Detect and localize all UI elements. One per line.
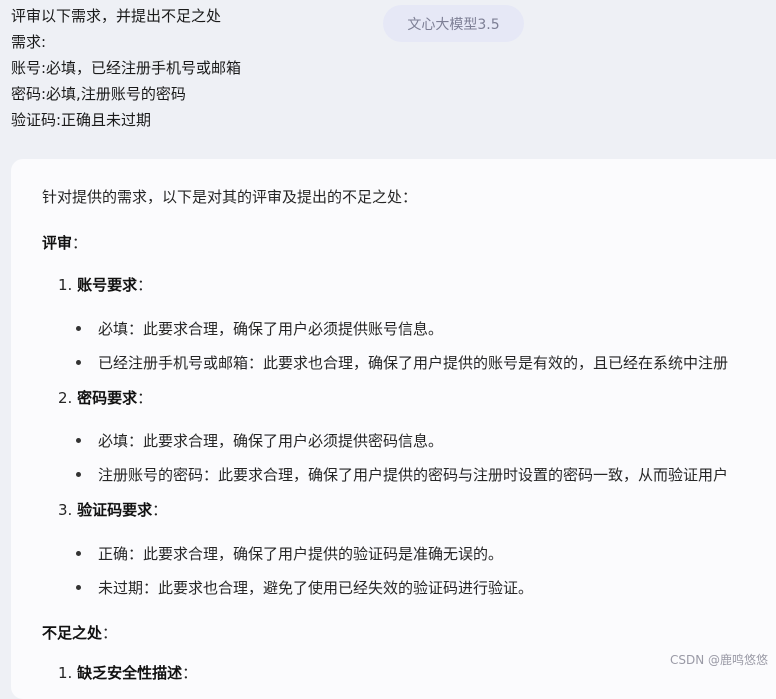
user-message-line: 验证码:正确且未过期 — [11, 111, 152, 129]
review-item-title: 账号要求 — [77, 276, 138, 294]
review-item-number: 3. — [58, 501, 73, 519]
model-badge: 文心大模型3.5 — [383, 5, 524, 42]
review-heading-label: 评审 — [42, 234, 73, 252]
list-item-text: 注册账号的密码：此要求合理，确保了用户提供的密码与注册时设置的密码一致，从而验证… — [98, 466, 729, 484]
list-item-text: 正确：此要求合理，确保了用户提供的验证码是准确无误的。 — [98, 545, 504, 563]
shortcoming-item-number: 1. — [58, 664, 73, 682]
watermark: CSDN @鹿鸣悠悠 — [669, 653, 768, 667]
user-message: 评审以下需求，并提出不足之处 需求: 账号:必填，已经注册手机号或邮箱 密码:必… — [11, 3, 241, 133]
review-item-number: 1. — [58, 276, 73, 294]
review-item-captcha: 3. 验证码要求： — [58, 499, 167, 520]
shortcoming-item-security: 1. 缺乏安全性描述： — [58, 662, 197, 683]
review-item-colon: ： — [152, 501, 168, 519]
list-item-text: 必填：此要求合理，确保了用户必须提供账号信息。 — [98, 320, 444, 338]
review-item-colon: ： — [137, 276, 153, 294]
shortcomings-heading-colon: ： — [102, 624, 118, 642]
user-message-line: 账号:必填，已经注册手机号或邮箱 — [11, 59, 242, 77]
shortcoming-item-colon: ： — [182, 664, 198, 682]
bullet-dot-icon — [76, 438, 81, 443]
bullet-dot-icon — [76, 472, 81, 477]
review-item-title: 验证码要求 — [77, 501, 153, 519]
shortcomings-heading: 不足之处： — [42, 622, 117, 643]
review-item-number: 2. — [58, 389, 73, 407]
bullet-dot-icon — [76, 585, 81, 590]
review-item-password: 2. 密码要求： — [58, 387, 152, 408]
list-item-text: 已经注册手机号或邮箱：此要求也合理，确保了用户提供的账号是有效的，且已经在系统中… — [98, 354, 729, 372]
review-item-colon: ： — [137, 389, 153, 407]
bullet-dot-icon — [76, 551, 81, 556]
user-message-line: 需求: — [11, 33, 47, 51]
review-item-account: 1. 账号要求： — [58, 274, 152, 295]
list-item-text: 必填：此要求合理，确保了用户必须提供密码信息。 — [98, 432, 444, 450]
answer-intro: 针对提供的需求，以下是对其的评审及提出的不足之处： — [42, 188, 418, 206]
review-item-title: 密码要求 — [77, 389, 138, 407]
bullet-dot-icon — [76, 360, 81, 365]
review-heading-colon: ： — [72, 234, 88, 252]
review-heading: 评审： — [42, 232, 87, 253]
list-item-text: 未过期：此要求也合理，避免了使用已经失效的验证码进行验证。 — [98, 579, 534, 597]
bullet-dot-icon — [76, 326, 81, 331]
shortcomings-heading-label: 不足之处 — [42, 624, 103, 642]
shortcoming-item-title: 缺乏安全性描述 — [77, 664, 183, 682]
user-message-line: 评审以下需求，并提出不足之处 — [11, 7, 222, 25]
user-message-line: 密码:必填,注册账号的密码 — [11, 85, 186, 103]
answer-card: 针对提供的需求，以下是对其的评审及提出的不足之处： 评审： 1. 账号要求： 必… — [11, 159, 776, 699]
